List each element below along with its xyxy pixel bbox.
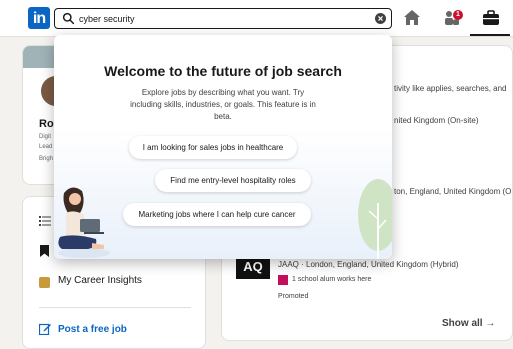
show-all-button[interactable]: Show all → — [442, 318, 495, 329]
search-input[interactable] — [79, 11, 369, 26]
my-career-insights-link[interactable]: My Career Insights — [58, 275, 142, 286]
edit-icon — [39, 323, 51, 335]
popover-description: Explore jobs by describing what you want… — [130, 88, 316, 121]
divider — [39, 307, 191, 308]
popover-title: Welcome to the future of job search — [104, 63, 342, 79]
profile-headline-line: Digit — [39, 134, 52, 140]
activity-snippet: tivity like applies, searches, and — [394, 84, 507, 93]
alumni-text: 1 school alum works here — [292, 276, 372, 283]
notification-badge: 1 — [453, 10, 463, 20]
clear-search-icon[interactable] — [375, 13, 386, 24]
person-with-laptop-illustration — [58, 187, 110, 258]
tree-illustration — [358, 179, 392, 259]
active-tab-indicator — [470, 34, 510, 36]
job-location: nited Kingdom (On-site) — [394, 116, 479, 125]
job-search-welcome-popover: Welcome to the future of job search Expl… — [54, 35, 392, 259]
suggestion-pill-sales-healthcare[interactable]: I am looking for sales jobs in healthcar… — [129, 136, 297, 159]
career-insights-icon — [39, 277, 50, 288]
post-free-job-link[interactable]: Post a free job — [58, 324, 127, 335]
top-navigation-bar: in 1 — [0, 0, 513, 37]
bookmark-icon — [40, 245, 49, 257]
profile-location-line: Brigh — [39, 156, 54, 162]
suggestion-pill-hospitality[interactable]: Find me entry-level hospitality roles — [155, 169, 311, 192]
school-logo-icon — [278, 275, 288, 285]
promoted-label: Promoted — [278, 293, 309, 300]
linkedin-logo[interactable]: in — [28, 7, 50, 29]
job-company-location: JAAQ · London, England, United Kingdom (… — [278, 260, 459, 269]
suggestion-pill-marketing-cancer[interactable]: Marketing jobs where I can help cure can… — [123, 203, 311, 226]
search-bar[interactable] — [54, 8, 392, 29]
home-icon[interactable] — [402, 8, 422, 28]
profile-headline-line: Lead — [39, 144, 53, 150]
jobs-briefcase-icon[interactable] — [481, 8, 501, 28]
search-icon — [62, 12, 75, 25]
list-icon — [39, 216, 51, 226]
job-location: ton, England, United Kingdom (O — [394, 187, 512, 196]
